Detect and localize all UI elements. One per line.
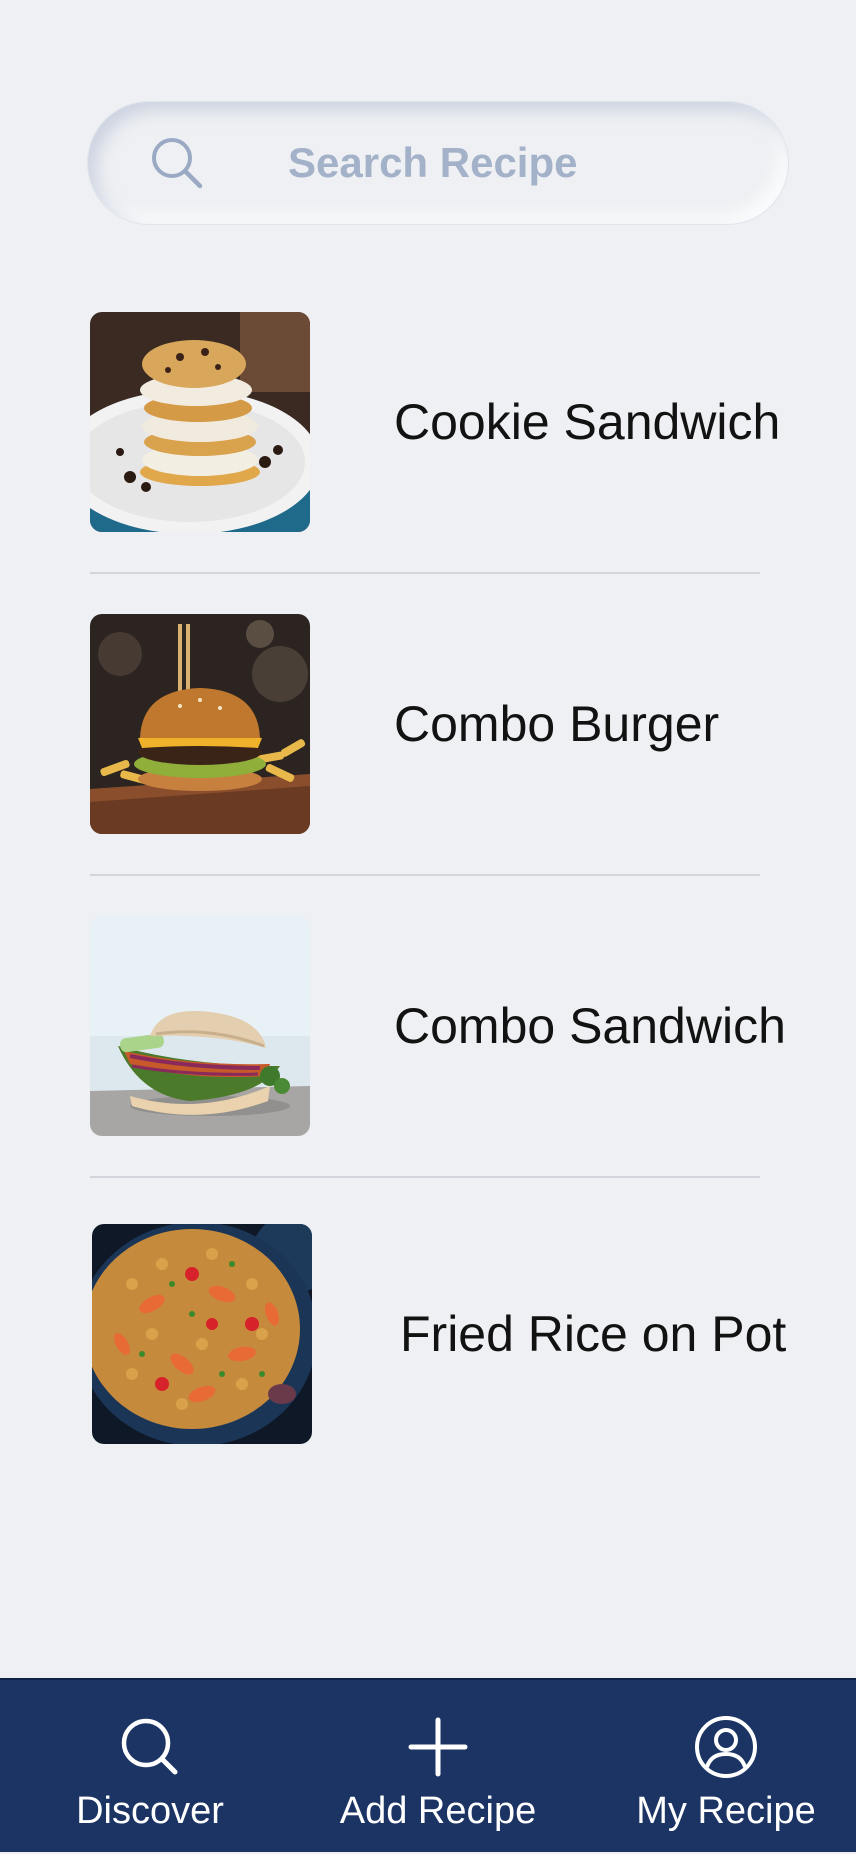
combo-sandwich-photo — [90, 916, 310, 1136]
divider — [90, 874, 760, 876]
recipe-title: Cookie Sandwich — [394, 394, 781, 450]
user-circle-icon — [695, 1716, 757, 1778]
nav-label-add-recipe: Add Recipe — [339, 1790, 537, 1832]
recipe-title: Combo Sandwich — [394, 998, 786, 1054]
recipe-item-fried-rice-on-pot[interactable]: Fried Rice on Pot — [88, 1224, 786, 1446]
nav-label-discover: Discover — [76, 1790, 224, 1832]
nav-item-discover[interactable]: Discover — [20, 1680, 280, 1854]
recipe-item-combo-burger[interactable]: Combo Burger — [88, 614, 760, 836]
divider — [90, 1176, 760, 1178]
search-icon — [121, 1718, 178, 1775]
cookie-sandwich-photo — [90, 312, 310, 532]
recipe-title: Combo Burger — [394, 696, 720, 752]
plus-icon — [408, 1717, 468, 1777]
search-input[interactable] — [288, 132, 748, 194]
search-bar[interactable] — [88, 102, 788, 224]
combo-burger-photo — [90, 614, 310, 834]
nav-label-my-recipe: My Recipe — [636, 1790, 816, 1832]
nav-item-my-recipe[interactable]: My Recipe — [596, 1680, 856, 1854]
recipe-item-combo-sandwich[interactable]: Combo Sandwich — [88, 916, 786, 1138]
recipe-title: Fried Rice on Pot — [400, 1306, 787, 1362]
divider — [90, 572, 760, 574]
bottom-nav: Discover Add Recipe My Recipe — [0, 1678, 856, 1852]
nav-item-add-recipe[interactable]: Add Recipe — [308, 1680, 568, 1854]
recipe-item-cookie-sandwich[interactable]: Cookie Sandwich — [88, 312, 780, 534]
fried-rice-pot-photo — [92, 1224, 312, 1444]
search-icon — [152, 138, 203, 189]
